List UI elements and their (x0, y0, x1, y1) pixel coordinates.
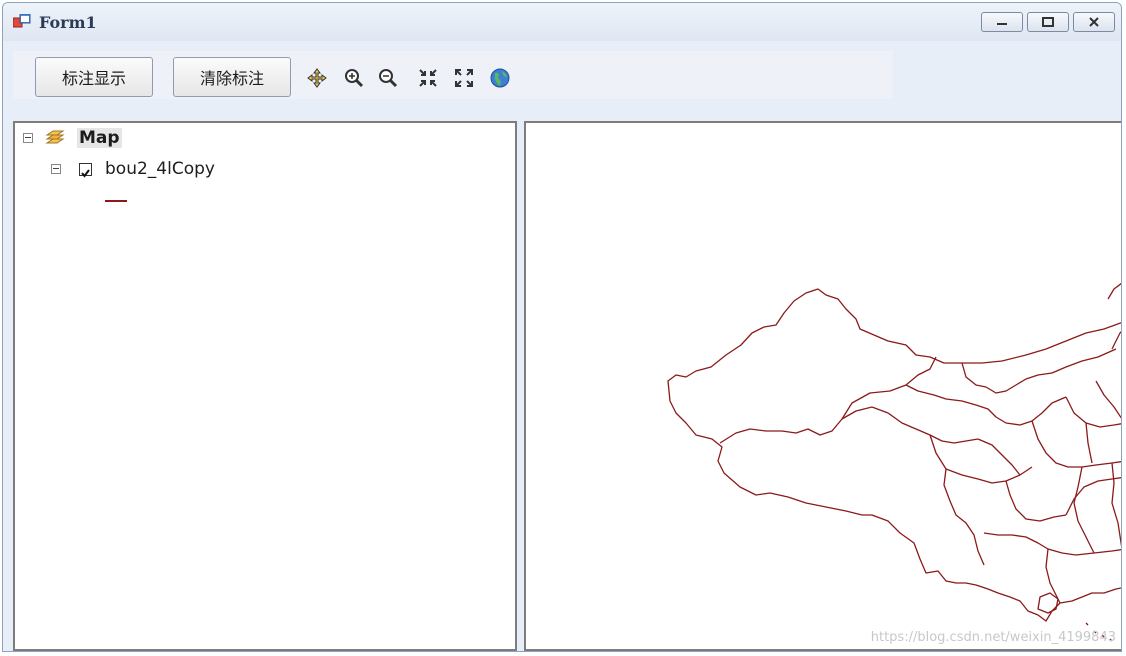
map-boundary-6 (975, 396, 1067, 426)
layer-visibility-checkbox[interactable] (79, 163, 92, 178)
fixed-zoom-in-icon[interactable] (417, 67, 439, 89)
zoom-in-icon[interactable] (343, 67, 365, 89)
map-boundary-15 (1095, 380, 1121, 419)
map-boundary-18 (1073, 466, 1095, 554)
layer-collapse-toggle[interactable] (51, 164, 61, 174)
check-icon (81, 169, 90, 178)
map-boundary-10 (1005, 480, 1067, 522)
map-outline (667, 288, 1121, 622)
map-boundary-16 (1085, 422, 1093, 464)
minimize-button[interactable] (981, 12, 1023, 32)
full-extent-icon[interactable] (453, 67, 475, 89)
app-icon (13, 14, 31, 28)
toc-panel[interactable]: Map bou2_4lCopy (13, 121, 517, 651)
watermark-text: https://blog.csdn.net/weixin_4199843 (870, 630, 1116, 645)
minimize-icon (997, 23, 1007, 25)
close-button[interactable] (1073, 12, 1115, 32)
map-boundary-5 (961, 348, 1117, 394)
map-boundary-12 (1065, 396, 1121, 428)
map-boundary-3 (871, 406, 979, 444)
show-labels-button[interactable]: 标注显示 (35, 57, 153, 97)
form-window: Form1 标注显示 清除标注 Map bou2_4lCopy https://… (2, 2, 1122, 652)
map-boundary-17 (1111, 462, 1121, 547)
pan-icon[interactable] (306, 67, 328, 89)
zoom-out-icon[interactable] (377, 67, 399, 89)
map-boundary-9 (943, 468, 985, 566)
map-boundary-21 (1107, 282, 1121, 300)
maximize-button[interactable] (1027, 12, 1069, 32)
layer-line-symbol (105, 200, 127, 202)
map-layers-icon (45, 130, 65, 144)
map-boundary-8 (977, 438, 1021, 476)
map-collapse-toggle[interactable] (23, 133, 33, 143)
maximize-icon (1042, 17, 1054, 27)
globe-icon[interactable] (489, 67, 511, 89)
map-boundary-11 (983, 532, 1121, 556)
china-boundary-map (667, 282, 1121, 642)
window-title: Form1 (39, 13, 97, 32)
map-boundary-2 (841, 356, 937, 420)
map-boundary-1 (719, 406, 873, 444)
clear-labels-button[interactable]: 清除标注 (173, 57, 291, 97)
hainan-island (1037, 592, 1059, 614)
layer-node-label[interactable]: bou2_4lCopy (105, 159, 215, 179)
map-node-label[interactable]: Map (77, 128, 122, 148)
title-bar[interactable]: Form1 (3, 3, 1121, 41)
map-boundary-13 (1031, 420, 1121, 468)
map-boundary-4 (905, 384, 977, 406)
close-icon (1089, 17, 1099, 27)
map-view[interactable]: https://blog.csdn.net/weixin_4199843 (524, 121, 1121, 651)
toolbar: 标注显示 清除标注 (13, 51, 893, 99)
map-boundary-20 (1111, 331, 1121, 350)
